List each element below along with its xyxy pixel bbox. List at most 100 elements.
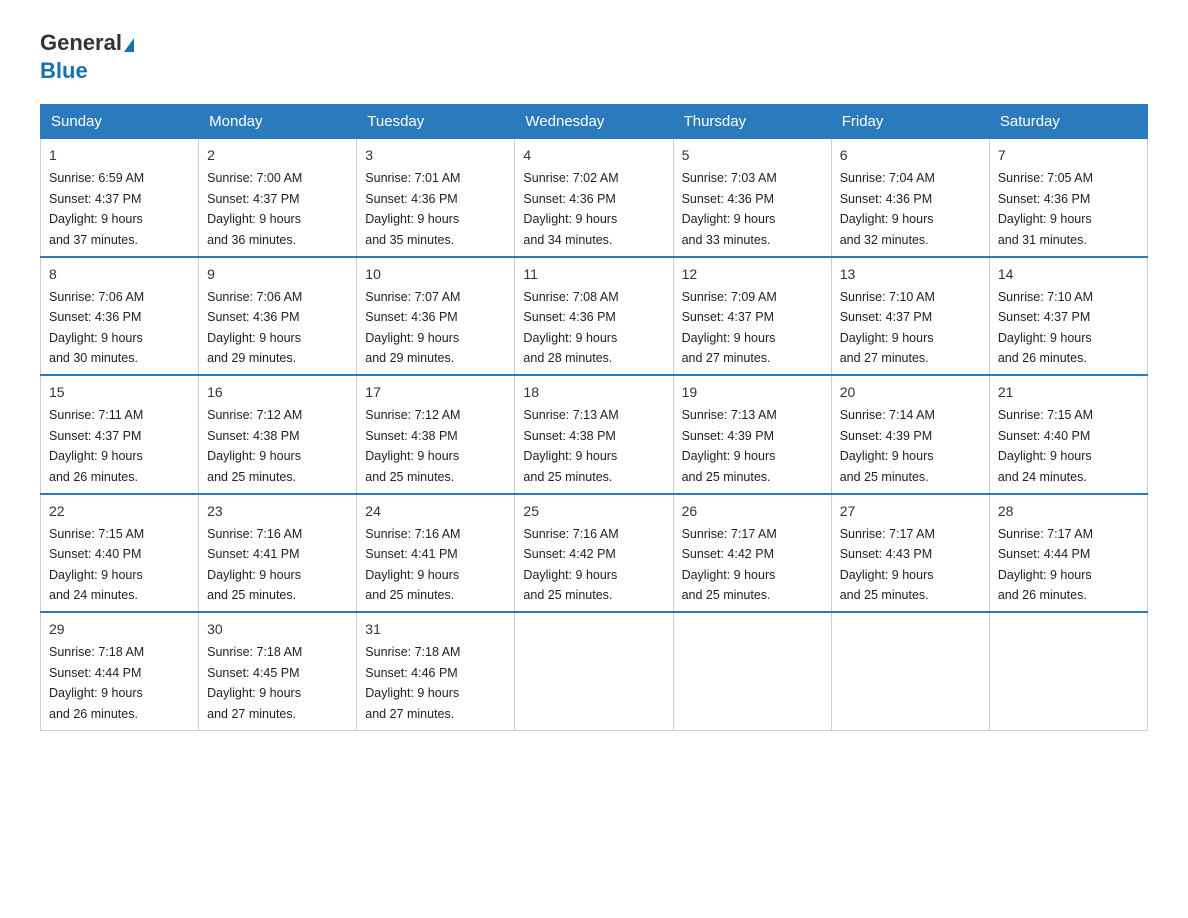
day-info: Sunrise: 7:17 AMSunset: 4:42 PMDaylight:… [682, 527, 777, 602]
day-number: 29 [49, 619, 190, 640]
day-info: Sunrise: 7:18 AMSunset: 4:44 PMDaylight:… [49, 645, 144, 720]
calendar-cell: 4 Sunrise: 7:02 AMSunset: 4:36 PMDayligh… [515, 139, 673, 257]
calendar-cell: 31 Sunrise: 7:18 AMSunset: 4:46 PMDaylig… [357, 612, 515, 730]
calendar-cell: 1 Sunrise: 6:59 AMSunset: 4:37 PMDayligh… [41, 139, 199, 257]
calendar-week-row: 1 Sunrise: 6:59 AMSunset: 4:37 PMDayligh… [41, 139, 1148, 257]
day-number: 23 [207, 501, 348, 522]
day-header-sunday: Sunday [41, 105, 199, 139]
day-info: Sunrise: 7:13 AMSunset: 4:38 PMDaylight:… [523, 408, 618, 483]
day-number: 16 [207, 382, 348, 403]
day-header-wednesday: Wednesday [515, 105, 673, 139]
day-number: 15 [49, 382, 190, 403]
day-info: Sunrise: 7:07 AMSunset: 4:36 PMDaylight:… [365, 290, 460, 365]
day-header-friday: Friday [831, 105, 989, 139]
day-number: 3 [365, 145, 506, 166]
day-info: Sunrise: 7:04 AMSunset: 4:36 PMDaylight:… [840, 171, 935, 246]
day-info: Sunrise: 7:10 AMSunset: 4:37 PMDaylight:… [840, 290, 935, 365]
day-number: 27 [840, 501, 981, 522]
day-header-monday: Monday [199, 105, 357, 139]
day-info: Sunrise: 7:15 AMSunset: 4:40 PMDaylight:… [49, 527, 144, 602]
day-info: Sunrise: 7:09 AMSunset: 4:37 PMDaylight:… [682, 290, 777, 365]
day-info: Sunrise: 7:12 AMSunset: 4:38 PMDaylight:… [365, 408, 460, 483]
day-info: Sunrise: 7:03 AMSunset: 4:36 PMDaylight:… [682, 171, 777, 246]
logo-text: General [40, 30, 134, 56]
calendar-cell: 13 Sunrise: 7:10 AMSunset: 4:37 PMDaylig… [831, 257, 989, 376]
day-number: 30 [207, 619, 348, 640]
calendar-cell: 9 Sunrise: 7:06 AMSunset: 4:36 PMDayligh… [199, 257, 357, 376]
day-info: Sunrise: 7:08 AMSunset: 4:36 PMDaylight:… [523, 290, 618, 365]
day-info: Sunrise: 7:14 AMSunset: 4:39 PMDaylight:… [840, 408, 935, 483]
day-number: 31 [365, 619, 506, 640]
calendar-cell: 5 Sunrise: 7:03 AMSunset: 4:36 PMDayligh… [673, 139, 831, 257]
calendar-cell: 28 Sunrise: 7:17 AMSunset: 4:44 PMDaylig… [989, 494, 1147, 613]
calendar-cell: 25 Sunrise: 7:16 AMSunset: 4:42 PMDaylig… [515, 494, 673, 613]
day-info: Sunrise: 7:15 AMSunset: 4:40 PMDaylight:… [998, 408, 1093, 483]
day-number: 2 [207, 145, 348, 166]
calendar-cell: 17 Sunrise: 7:12 AMSunset: 4:38 PMDaylig… [357, 375, 515, 494]
day-number: 26 [682, 501, 823, 522]
page-header: General Blue [40, 30, 1148, 84]
calendar-header-row: SundayMondayTuesdayWednesdayThursdayFrid… [41, 105, 1148, 139]
day-info: Sunrise: 7:16 AMSunset: 4:41 PMDaylight:… [365, 527, 460, 602]
day-number: 5 [682, 145, 823, 166]
calendar-cell: 2 Sunrise: 7:00 AMSunset: 4:37 PMDayligh… [199, 139, 357, 257]
day-number: 9 [207, 264, 348, 285]
calendar-cell: 30 Sunrise: 7:18 AMSunset: 4:45 PMDaylig… [199, 612, 357, 730]
day-info: Sunrise: 7:17 AMSunset: 4:43 PMDaylight:… [840, 527, 935, 602]
calendar-cell: 12 Sunrise: 7:09 AMSunset: 4:37 PMDaylig… [673, 257, 831, 376]
day-info: Sunrise: 7:18 AMSunset: 4:46 PMDaylight:… [365, 645, 460, 720]
day-number: 22 [49, 501, 190, 522]
calendar-week-row: 22 Sunrise: 7:15 AMSunset: 4:40 PMDaylig… [41, 494, 1148, 613]
calendar-cell: 8 Sunrise: 7:06 AMSunset: 4:36 PMDayligh… [41, 257, 199, 376]
calendar-week-row: 8 Sunrise: 7:06 AMSunset: 4:36 PMDayligh… [41, 257, 1148, 376]
calendar-cell [989, 612, 1147, 730]
calendar-week-row: 29 Sunrise: 7:18 AMSunset: 4:44 PMDaylig… [41, 612, 1148, 730]
day-number: 18 [523, 382, 664, 403]
calendar-cell [673, 612, 831, 730]
calendar-cell: 23 Sunrise: 7:16 AMSunset: 4:41 PMDaylig… [199, 494, 357, 613]
calendar-cell: 18 Sunrise: 7:13 AMSunset: 4:38 PMDaylig… [515, 375, 673, 494]
calendar-cell [515, 612, 673, 730]
calendar-cell: 21 Sunrise: 7:15 AMSunset: 4:40 PMDaylig… [989, 375, 1147, 494]
day-info: Sunrise: 7:17 AMSunset: 4:44 PMDaylight:… [998, 527, 1093, 602]
calendar-cell: 3 Sunrise: 7:01 AMSunset: 4:36 PMDayligh… [357, 139, 515, 257]
calendar-week-row: 15 Sunrise: 7:11 AMSunset: 4:37 PMDaylig… [41, 375, 1148, 494]
day-header-thursday: Thursday [673, 105, 831, 139]
calendar-cell: 14 Sunrise: 7:10 AMSunset: 4:37 PMDaylig… [989, 257, 1147, 376]
calendar-cell: 10 Sunrise: 7:07 AMSunset: 4:36 PMDaylig… [357, 257, 515, 376]
calendar-table: SundayMondayTuesdayWednesdayThursdayFrid… [40, 104, 1148, 731]
day-number: 6 [840, 145, 981, 166]
day-info: Sunrise: 7:00 AMSunset: 4:37 PMDaylight:… [207, 171, 302, 246]
day-number: 14 [998, 264, 1139, 285]
calendar-cell: 20 Sunrise: 7:14 AMSunset: 4:39 PMDaylig… [831, 375, 989, 494]
calendar-cell: 24 Sunrise: 7:16 AMSunset: 4:41 PMDaylig… [357, 494, 515, 613]
day-info: Sunrise: 7:18 AMSunset: 4:45 PMDaylight:… [207, 645, 302, 720]
calendar-cell: 15 Sunrise: 7:11 AMSunset: 4:37 PMDaylig… [41, 375, 199, 494]
day-number: 13 [840, 264, 981, 285]
day-info: Sunrise: 7:02 AMSunset: 4:36 PMDaylight:… [523, 171, 618, 246]
day-number: 20 [840, 382, 981, 403]
calendar-cell: 6 Sunrise: 7:04 AMSunset: 4:36 PMDayligh… [831, 139, 989, 257]
calendar-cell: 16 Sunrise: 7:12 AMSunset: 4:38 PMDaylig… [199, 375, 357, 494]
calendar-cell: 11 Sunrise: 7:08 AMSunset: 4:36 PMDaylig… [515, 257, 673, 376]
calendar-cell [831, 612, 989, 730]
day-number: 19 [682, 382, 823, 403]
day-info: Sunrise: 7:12 AMSunset: 4:38 PMDaylight:… [207, 408, 302, 483]
day-number: 21 [998, 382, 1139, 403]
day-number: 28 [998, 501, 1139, 522]
day-info: Sunrise: 7:06 AMSunset: 4:36 PMDaylight:… [49, 290, 144, 365]
day-number: 11 [523, 264, 664, 285]
calendar-cell: 26 Sunrise: 7:17 AMSunset: 4:42 PMDaylig… [673, 494, 831, 613]
day-number: 4 [523, 145, 664, 166]
logo: General Blue [40, 30, 134, 84]
day-header-tuesday: Tuesday [357, 105, 515, 139]
day-number: 8 [49, 264, 190, 285]
day-number: 25 [523, 501, 664, 522]
logo-blue: Blue [40, 58, 134, 84]
day-info: Sunrise: 7:10 AMSunset: 4:37 PMDaylight:… [998, 290, 1093, 365]
calendar-cell: 7 Sunrise: 7:05 AMSunset: 4:36 PMDayligh… [989, 139, 1147, 257]
day-info: Sunrise: 7:06 AMSunset: 4:36 PMDaylight:… [207, 290, 302, 365]
day-info: Sunrise: 7:16 AMSunset: 4:41 PMDaylight:… [207, 527, 302, 602]
calendar-cell: 22 Sunrise: 7:15 AMSunset: 4:40 PMDaylig… [41, 494, 199, 613]
day-info: Sunrise: 7:11 AMSunset: 4:37 PMDaylight:… [49, 408, 143, 483]
